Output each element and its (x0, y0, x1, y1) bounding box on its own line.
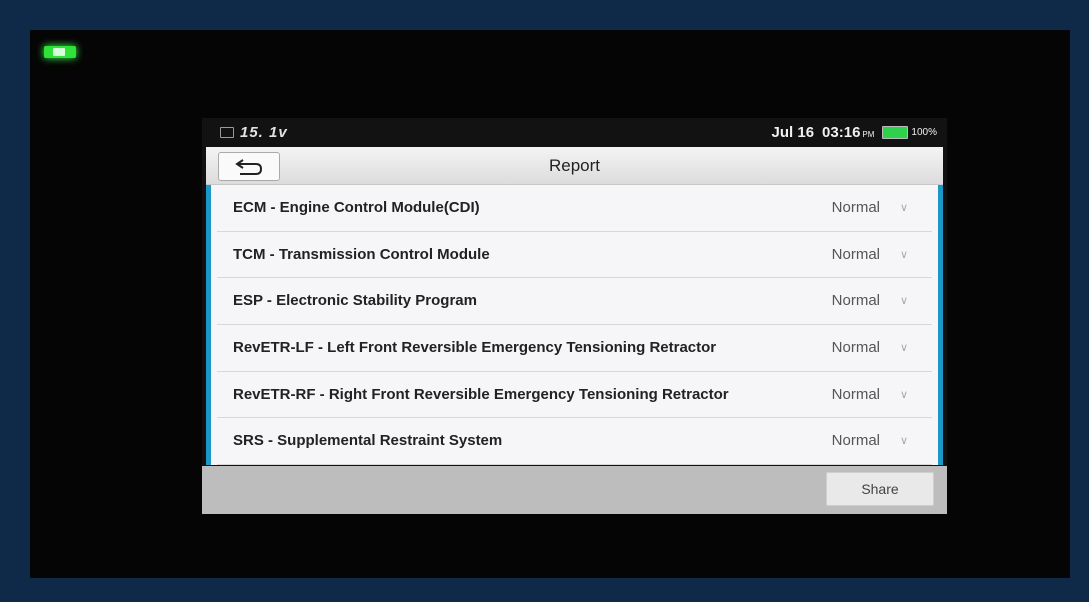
power-led-indicator (44, 46, 76, 58)
list-item-tcm[interactable]: TCM - Transmission Control Module Normal… (217, 232, 932, 279)
page-title: Report (548, 156, 601, 175)
chevron-down-icon[interactable]: ∨ (900, 185, 908, 231)
image-icon (220, 127, 234, 138)
chevron-down-icon[interactable]: ∨ (900, 418, 908, 464)
module-name: TCM - Transmission Control Module (233, 245, 490, 263)
status-time-wrap: 03:16 PM (822, 124, 874, 141)
module-status: Normal (831, 385, 880, 403)
chevron-down-icon[interactable]: ∨ (900, 372, 908, 418)
module-status: Normal (831, 292, 880, 310)
chevron-down-icon[interactable]: ∨ (900, 278, 908, 324)
module-name: ESP - Electronic Stability Program (233, 292, 477, 310)
back-button[interactable] (218, 152, 280, 181)
status-ampm: PM (862, 130, 875, 139)
status-date: Jul 16 (771, 124, 815, 141)
chevron-down-icon[interactable]: ∨ (900, 232, 908, 278)
module-status: Normal (831, 339, 880, 357)
battery-percent: 100% (911, 127, 937, 138)
back-arrow-icon (235, 158, 263, 175)
module-name: SRS - Supplemental Restraint System (233, 432, 503, 450)
battery-icon (882, 126, 909, 139)
device-screen: 15. 1v Jul 16 03:16 PM 100% Report ECM - … (202, 118, 947, 514)
chevron-down-icon[interactable]: ∨ (900, 325, 908, 371)
battery-indicator: 100% (882, 126, 937, 139)
module-status: Normal (831, 199, 880, 216)
list-item-ecm[interactable]: ECM - Engine Control Module(CDI) Normal … (217, 185, 932, 232)
module-status: Normal (831, 432, 880, 450)
share-button[interactable]: Share (826, 472, 934, 506)
list-item-srs[interactable]: SRS - Supplemental Restraint System Norm… (217, 418, 932, 466)
module-status: Normal (831, 245, 880, 263)
status-bar: 15. 1v Jul 16 03:16 PM 100% (202, 118, 947, 146)
module-name: RevETR-LF - Left Front Reversible Emerge… (233, 339, 717, 357)
list-item-revetr-lf[interactable]: RevETR-LF - Left Front Reversible Emerge… (217, 325, 932, 372)
voltage-readout: 15. 1v (240, 124, 288, 141)
module-name: RevETR-RF - Right Front Reversible Emerg… (233, 385, 729, 403)
module-report-list: ECM - Engine Control Module(CDI) Normal … (206, 185, 943, 466)
module-name: ECM - Engine Control Module(CDI) (233, 199, 480, 216)
status-time: 03:16 (822, 124, 861, 141)
list-item-esp[interactable]: ESP - Electronic Stability Program Norma… (217, 278, 932, 326)
list-item-revetr-rf[interactable]: RevETR-RF - Right Front Reversible Emerg… (217, 372, 932, 419)
bottom-toolbar: Share (202, 466, 947, 514)
title-bar: Report (206, 147, 943, 185)
